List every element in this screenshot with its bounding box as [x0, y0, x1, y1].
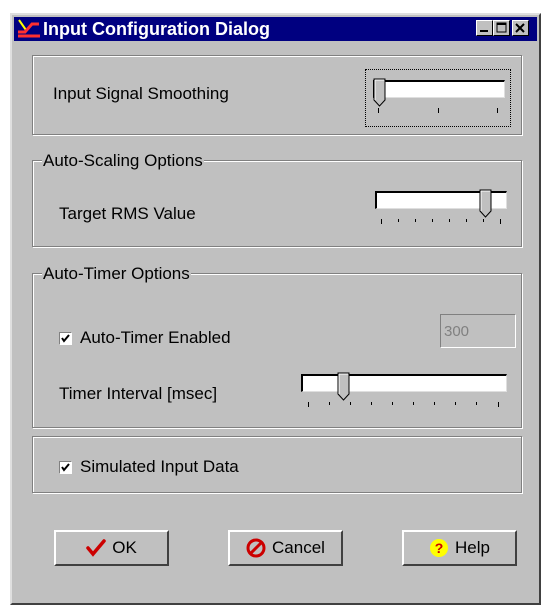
- timer-interval-label: Timer Interval [msec]: [59, 384, 218, 403]
- timer-interval-slider-track: [301, 374, 507, 392]
- svg-text:?: ?: [435, 540, 444, 556]
- cancel-button-label: Cancel: [272, 538, 325, 557]
- help-button-label: Help: [455, 538, 490, 557]
- title-bar[interactable]: Input Configuration Dialog: [14, 17, 537, 41]
- cancel-icon: [246, 538, 266, 558]
- timer-interval-slider-thumb[interactable]: [337, 372, 351, 402]
- help-icon: ?: [430, 539, 449, 557]
- target-rms-slider-ticks: [381, 219, 501, 224]
- close-button[interactable]: [512, 20, 529, 36]
- smoothing-slider-track: [373, 80, 505, 98]
- checkmark-icon: [86, 539, 106, 557]
- checkmark-icon: [61, 462, 70, 472]
- input-configuration-dialog: Input Configuration Dialog Input Signal …: [10, 13, 541, 605]
- timer-interval-field[interactable]: [440, 314, 516, 348]
- auto-timer-enabled-checkbox[interactable]: [59, 331, 72, 345]
- ok-button-label: OK: [112, 538, 137, 557]
- timer-interval-slider[interactable]: [293, 372, 507, 412]
- auto-timer-group-title: Auto-Timer Options: [42, 264, 191, 283]
- auto-timer-enabled-checkbox-row[interactable]: Auto-Timer Enabled: [59, 328, 231, 348]
- timer-interval-input[interactable]: [442, 316, 514, 346]
- window-title: Input Configuration Dialog: [43, 19, 270, 39]
- minimize-button[interactable]: [476, 20, 493, 36]
- ok-button[interactable]: OK: [54, 530, 169, 566]
- simulated-input-checkbox[interactable]: [59, 460, 72, 474]
- app-logo-icon: [18, 19, 40, 38]
- maximize-icon: [496, 22, 507, 33]
- smoothing-slider[interactable]: [373, 78, 505, 118]
- checkmark-icon: [61, 333, 70, 343]
- auto-scaling-group-title: Auto-Scaling Options: [42, 151, 204, 170]
- smoothing-slider-thumb[interactable]: [373, 78, 387, 108]
- simulated-input-label: Simulated Input Data: [80, 457, 239, 476]
- timer-interval-slider-ticks: [308, 402, 499, 407]
- auto-timer-group: Auto-Timer Enabled Timer Interval [msec]: [32, 273, 522, 428]
- simulated-input-checkbox-row[interactable]: Simulated Input Data: [59, 457, 239, 477]
- target-rms-label: Target RMS Value: [59, 204, 196, 223]
- help-button[interactable]: ? Help: [402, 530, 517, 566]
- minimize-icon: [480, 30, 488, 32]
- simulated-panel: Simulated Input Data: [32, 436, 522, 493]
- maximize-button[interactable]: [493, 20, 510, 36]
- auto-timer-enabled-label: Auto-Timer Enabled: [80, 328, 231, 347]
- smoothing-label: Input Signal Smoothing: [53, 84, 229, 103]
- target-rms-slider[interactable]: [375, 189, 507, 229]
- smoothing-slider-ticks: [378, 108, 498, 113]
- cancel-button[interactable]: Cancel: [228, 530, 343, 566]
- close-icon: [515, 23, 525, 33]
- smoothing-panel: Input Signal Smoothing: [32, 55, 522, 135]
- target-rms-slider-thumb[interactable]: [479, 189, 493, 219]
- auto-scaling-group: Target RMS Value: [32, 160, 522, 247]
